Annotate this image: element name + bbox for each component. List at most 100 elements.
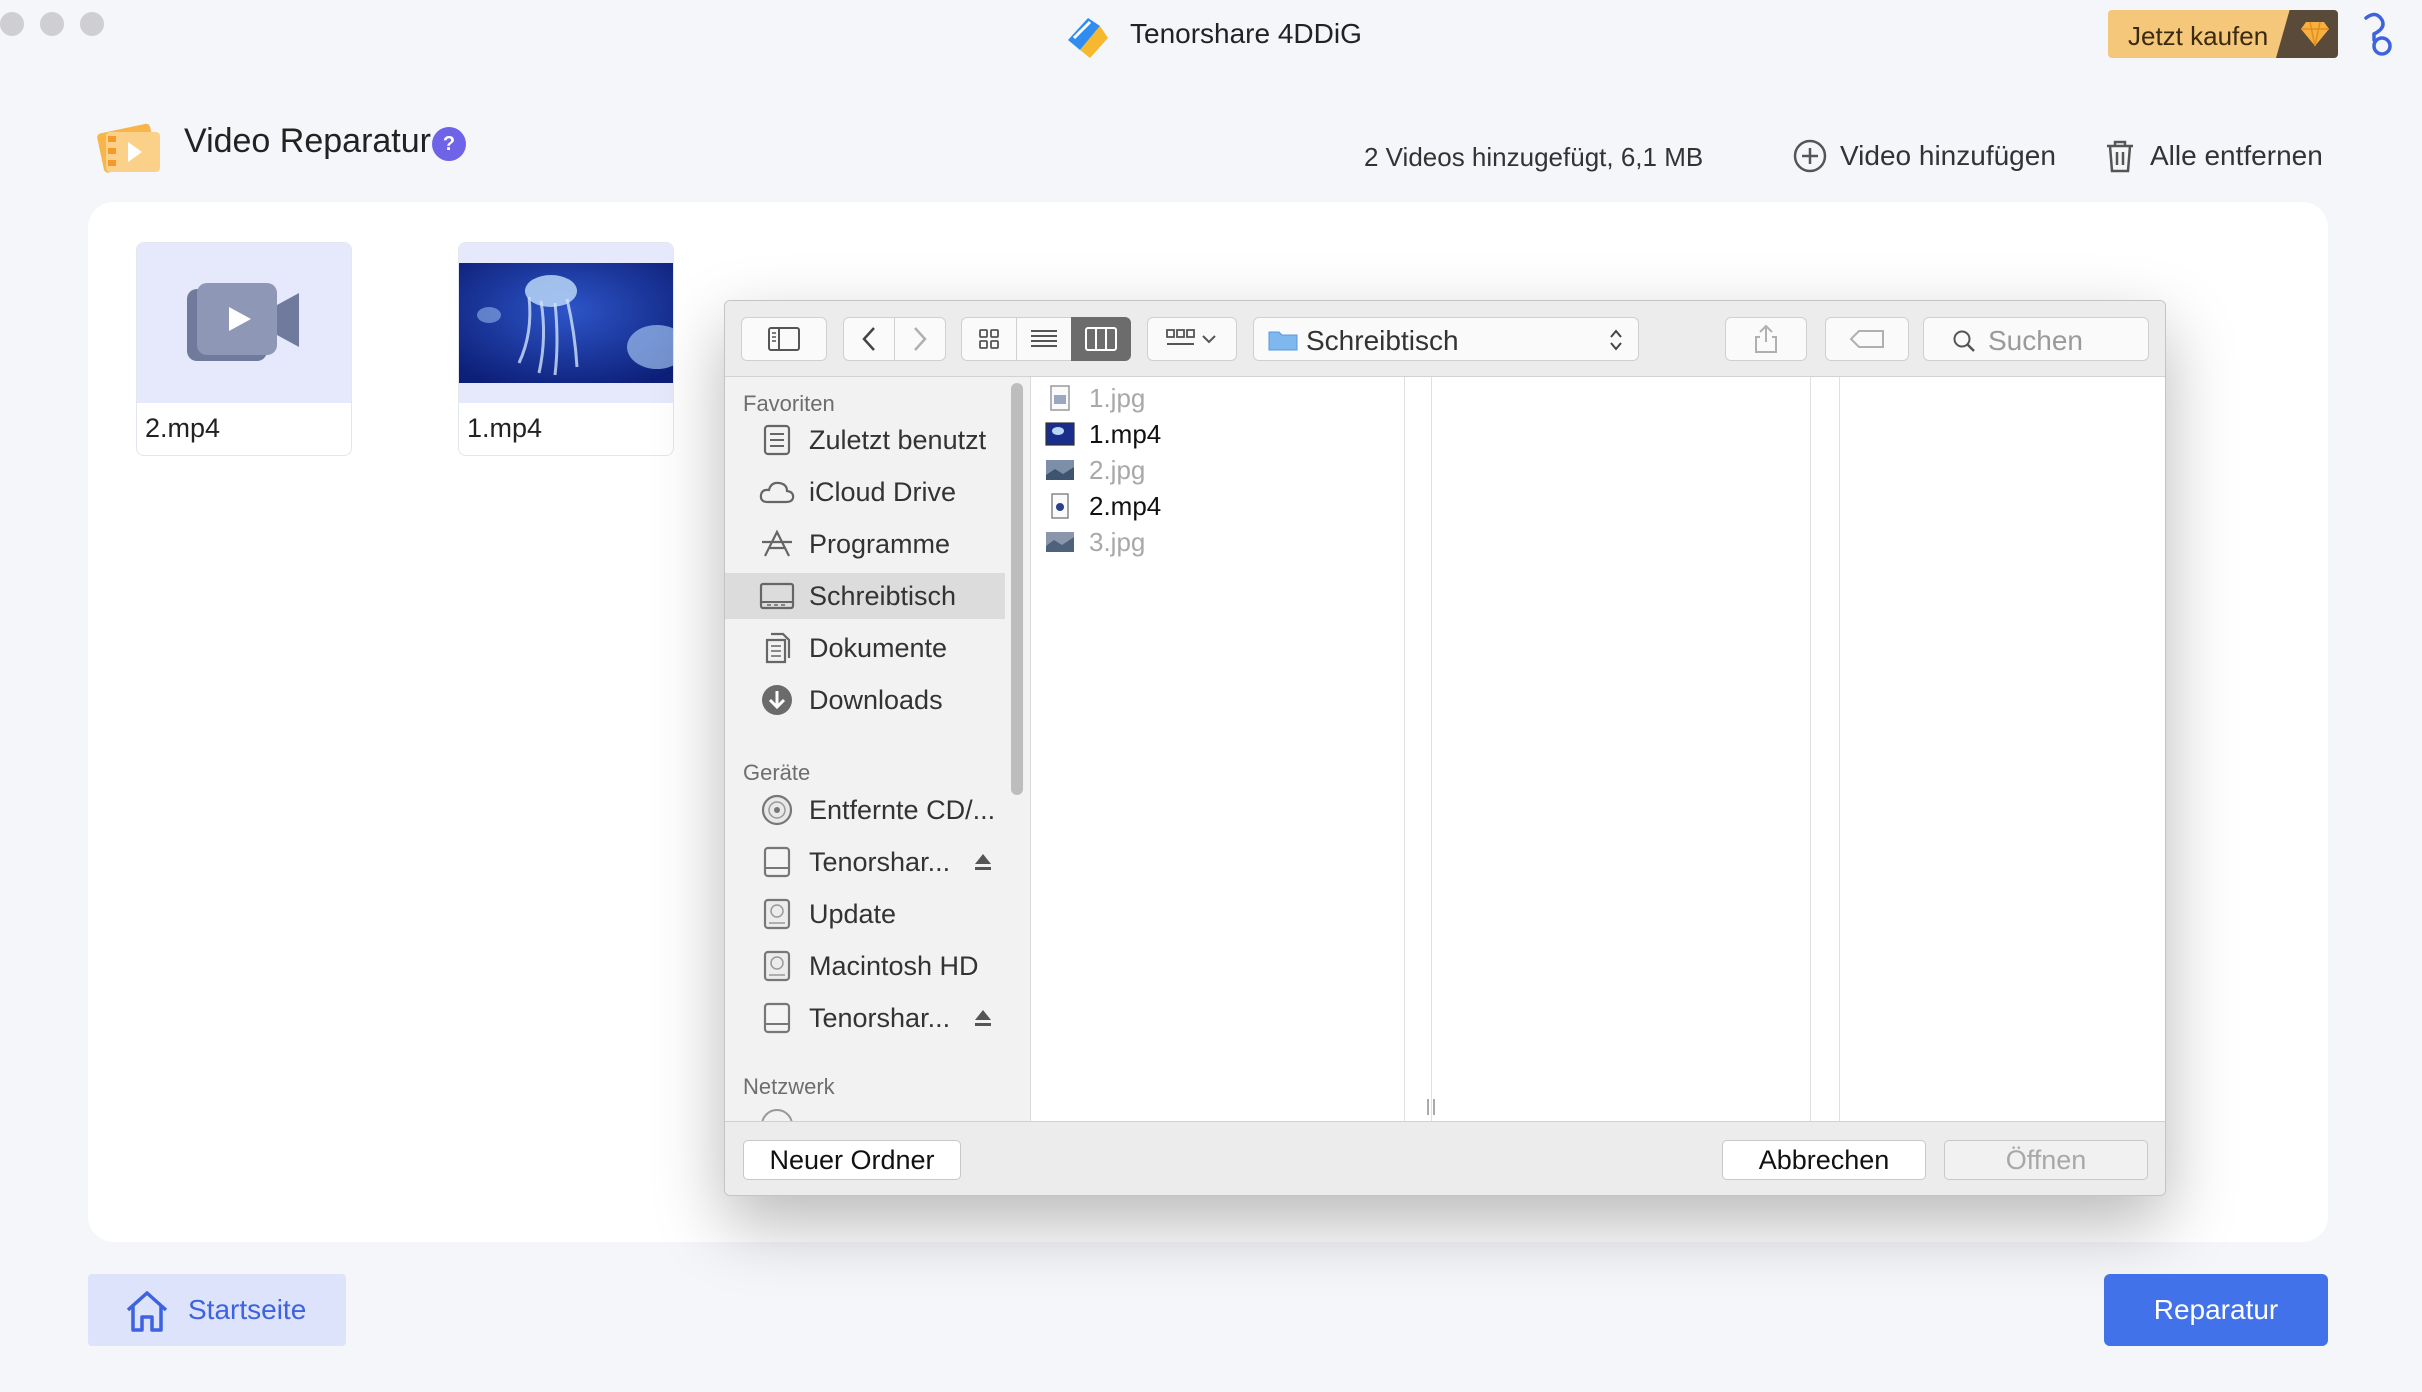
video-camera-icon [187,283,299,361]
sidebar-item-label: Tenorshar... [809,1003,951,1033]
diamond-icon [2276,10,2338,58]
image-file-icon [1045,385,1075,411]
sidebar-item-label: Schreibtisch [809,581,957,611]
sidebar-item-recents[interactable]: Zuletzt benutzt [725,417,1005,463]
gallery-view-dropdown[interactable] [1147,317,1237,361]
search-placeholder: Suchen [1988,325,2083,356]
video-file-icon [1045,421,1075,447]
tag-icon [1849,330,1884,348]
window-zoom-button[interactable] [80,12,104,36]
add-video-label: Video hinzufügen [1840,140,2056,171]
sidebar-item-tenorshare-drive[interactable]: Tenorshar... [725,839,1005,885]
tag-button[interactable] [1825,317,1909,361]
file-item[interactable]: 2.jpg [1045,453,1385,487]
window-minimize-button[interactable] [40,12,64,36]
sidebar-item-label: Zuletzt benutzt [809,425,987,455]
favorites-header: Favoriten [743,391,835,416]
share-icon [1755,324,1777,353]
applications-icon [759,528,795,560]
video-name: 2.mp4 [145,413,221,443]
drive-icon [759,1002,795,1034]
remove-all-label: Alle entfernen [2150,140,2323,171]
updown-chevron-icon [1610,329,1622,351]
remove-all-button[interactable]: Alle entfernen [2102,136,2323,176]
file-item[interactable]: 1.mp4 [1045,417,1385,451]
sidebar-item-documents[interactable]: Dokumente [725,625,1005,671]
cancel-button[interactable]: Abbrechen [1722,1140,1926,1180]
disk-icon [759,898,795,930]
back-button[interactable] [843,317,895,361]
video-card[interactable]: 2.mp4 [136,242,352,456]
sidebar-item-remote-cd[interactable]: Entfernte CD/... [725,787,1005,833]
sidebar-item-label: Update [809,899,897,929]
sidebar-item-tenorshare-drive-2[interactable]: Tenorshar... [725,995,1005,1041]
home-label: Startseite [188,1294,307,1325]
sidebar-item-applications[interactable]: Programme [725,521,1005,567]
sidebar-item-label: Dokumente [809,633,948,663]
new-folder-button[interactable]: Neuer Ordner [743,1140,961,1180]
folder-icon [1268,331,1298,351]
network-header: Netzwerk [743,1074,835,1099]
sidebar-item-icloud-drive[interactable]: iCloud Drive [725,469,1005,515]
video-card[interactable]: 1.mp4 [458,242,674,456]
video-file-icon [1045,493,1075,519]
search-input[interactable]: Suchen [1923,317,2149,361]
image-file-icon [1045,457,1075,483]
file-item[interactable]: 3.jpg [1045,525,1385,559]
sidebar-icon [768,327,800,351]
file-item[interactable]: 2.mp4 [1045,489,1385,523]
downloads-icon [759,684,795,716]
documents-icon [759,632,795,664]
empty-column [1431,377,1811,1121]
forward-button[interactable] [894,317,946,361]
network-globe-icon[interactable] [761,1109,793,1121]
search-icon [1953,330,1975,352]
sidebar-item-desktop[interactable]: Schreibtisch [725,573,1005,619]
window-close-button[interactable] [0,12,24,36]
home-icon [124,1288,170,1334]
app-logo-icon [1060,10,1114,64]
column-view-button[interactable] [1071,317,1131,361]
help-icon[interactable] [2356,12,2396,56]
sidebar-item-label: Tenorshar... [809,847,951,877]
sidebar-item-macintosh-hd[interactable]: Macintosh HD [725,943,1005,989]
sidebar-item-downloads[interactable]: Downloads [725,677,1005,723]
icon-view-button[interactable] [961,317,1017,361]
grid-icon [979,329,999,349]
drive-icon [759,846,795,878]
list-icon [1031,330,1057,347]
share-button[interactable] [1725,317,1807,361]
cd-icon [759,794,795,826]
file-item[interactable]: 1.jpg [1045,381,1385,415]
sidebar-item-label: Programme [809,529,951,559]
buy-now-label: Jetzt kaufen [2128,21,2269,51]
eject-icon[interactable] [973,1008,993,1028]
preview-column [1839,377,2165,1121]
sidebar-scrollbar[interactable] [1011,383,1023,795]
recents-icon [759,424,795,456]
open-button[interactable]: Öffnen [1944,1140,2148,1180]
gallery-icon [1166,329,1216,345]
cloud-icon [759,476,795,508]
desktop-icon [759,580,795,612]
sidebar-item-update[interactable]: Update [725,891,1005,937]
add-video-button[interactable]: Video hinzufügen [1792,136,2056,176]
video-thumbnail [459,243,673,403]
repair-button[interactable]: Reparatur [2104,1274,2328,1346]
location-popup[interactable]: Schreibtisch [1253,317,1639,361]
image-file-icon [1045,529,1075,555]
buy-now-button[interactable]: Jetzt kaufen [2108,10,2338,58]
eject-icon[interactable] [973,852,993,872]
home-button[interactable]: Startseite [88,1274,346,1346]
plus-circle-icon [1792,138,1828,174]
chevron-right-icon [914,327,927,351]
dialog-sidebar: Favoriten Zuletzt benutzt iCloud Drive P… [725,377,1031,1121]
list-view-button[interactable] [1016,317,1072,361]
dialog-footer: Neuer Ordner Abbrechen Öffnen [725,1121,2165,1195]
help-badge-button[interactable]: ? [432,127,466,161]
sidebar-toggle-button[interactable] [741,317,827,361]
jellyfish-image [459,263,673,383]
video-count-status: 2 Videos hinzugefügt, 6,1 MB [1364,142,1704,172]
columns-icon [1085,327,1117,351]
page-title: Video Reparatur [184,122,431,160]
